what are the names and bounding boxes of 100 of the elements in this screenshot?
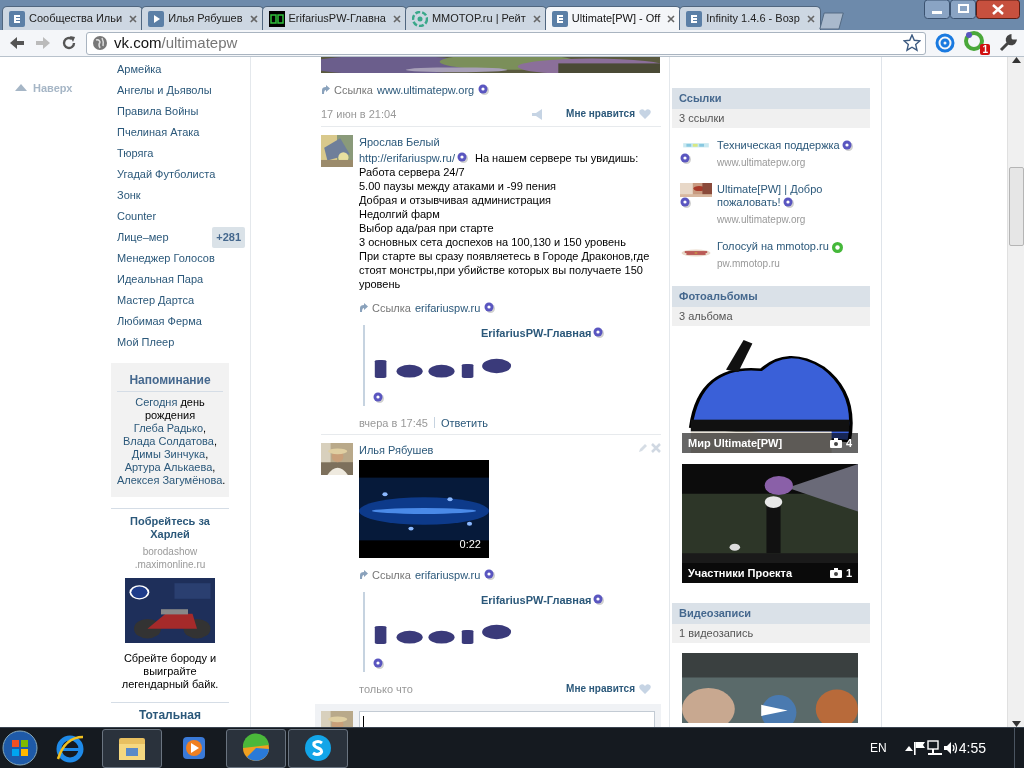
- browser-tab[interactable]: Ultimate[PW] - Off: [544, 6, 682, 30]
- wrench-icon[interactable]: [998, 33, 1018, 53]
- menu-link[interactable]: Мастер Дартса: [117, 292, 195, 309]
- section-header[interactable]: Фотоальбомы: [672, 286, 870, 308]
- preview-title-link[interactable]: ErifariusPW-Главная: [481, 325, 592, 342]
- menu-link[interactable]: Counter: [117, 208, 157, 225]
- reminder-title: Напоминание: [117, 371, 223, 392]
- start-button[interactable]: [0, 728, 40, 768]
- ad-title-link[interactable]: Тотальная: [138, 709, 202, 722]
- close-icon[interactable]: [532, 14, 541, 23]
- new-tab-button[interactable]: [818, 12, 845, 30]
- taskbar-app-button[interactable]: [102, 728, 162, 768]
- close-icon[interactable]: [249, 14, 258, 23]
- close-button[interactable]: [976, 0, 1020, 19]
- menu-link[interactable]: Лице–мер: [117, 229, 169, 246]
- post-link[interactable]: erifariuspw.ru: [414, 567, 481, 582]
- menu-link[interactable]: Ангелы и Дьяволы: [117, 82, 212, 99]
- link-title[interactable]: Голосуй на mmotop.ru: [717, 240, 867, 254]
- link-arrow-icon: [359, 569, 368, 580]
- post-date: вчера в 17:45: [359, 415, 428, 430]
- author-link[interactable]: Илья Рябушев: [359, 442, 434, 457]
- close-icon[interactable]: [806, 14, 815, 23]
- link-title[interactable]: Ultimate[PW] | Добро пожаловать!: [717, 183, 867, 210]
- tray-expand-icon[interactable]: [904, 745, 913, 751]
- reply-link[interactable]: Ответить: [440, 415, 488, 430]
- help-icon[interactable]: [457, 152, 469, 164]
- post-link[interactable]: erifariuspw.ru: [414, 301, 481, 315]
- link-title[interactable]: Техническая поддержка: [717, 139, 867, 153]
- post-link[interactable]: http://erifariuspw.ru/: [359, 151, 455, 165]
- link-arrow-icon: [321, 85, 330, 95]
- help-icon[interactable]: [782, 197, 795, 210]
- at-sign-icon[interactable]: [934, 32, 956, 54]
- album-title-link[interactable]: Участники Проекта: [688, 564, 793, 582]
- author-link[interactable]: Ярослав Белый: [359, 135, 440, 149]
- menu-link[interactable]: Армейка: [117, 61, 162, 78]
- scroll-up-arrow-icon[interactable]: [1011, 57, 1021, 63]
- browser-tab[interactable]: Infinity 1.4.6 - Возр: [679, 6, 821, 30]
- close-icon[interactable]: [667, 14, 676, 23]
- globe-icon: [92, 35, 108, 51]
- media-player-icon: [180, 734, 208, 762]
- back-button[interactable]: [8, 35, 26, 51]
- camera-icon: [829, 438, 842, 449]
- language-indicator[interactable]: EN: [870, 739, 887, 757]
- like-link[interactable]: Мне нравится: [566, 107, 635, 121]
- reload-button[interactable]: [60, 34, 78, 52]
- browser-tab[interactable]: MMOTOP.ru | Рейт: [404, 6, 547, 30]
- count-badge: +281: [212, 227, 245, 248]
- flag-icon[interactable]: [912, 741, 927, 755]
- help-icon[interactable]: [680, 197, 692, 210]
- section-header[interactable]: Ссылки: [672, 88, 870, 109]
- help-icon[interactable]: [592, 327, 605, 340]
- close-icon[interactable]: [392, 14, 401, 23]
- preview-title-link[interactable]: ErifariusPW-Главная: [481, 591, 592, 608]
- browser-tab[interactable]: ErifariusPW-Главна: [261, 6, 407, 30]
- minimize-button[interactable]: [924, 0, 950, 19]
- help-icon[interactable]: [484, 302, 497, 314]
- network-icon[interactable]: [926, 740, 943, 756]
- vk-logo-icon: [686, 10, 703, 27]
- speaker-icon[interactable]: [942, 741, 959, 755]
- help-icon[interactable]: [841, 140, 854, 153]
- scroll-down-arrow-icon[interactable]: [1011, 721, 1021, 727]
- help-icon[interactable]: [592, 593, 605, 606]
- browser-tab[interactable]: Сообщества Ильи: [2, 6, 144, 30]
- menu-link[interactable]: Зонк: [117, 187, 141, 204]
- person-link[interactable]: Влада Солдатова: [123, 435, 214, 447]
- help-icon[interactable]: [680, 153, 692, 165]
- link-label: Ссылка: [372, 567, 411, 582]
- link-label: Ссылка: [372, 301, 411, 315]
- help-icon[interactable]: [373, 658, 385, 670]
- extension-button[interactable]: 1: [964, 31, 990, 55]
- bookmark-star-icon[interactable]: [903, 34, 921, 52]
- close-icon[interactable]: [129, 14, 138, 23]
- menu-link[interactable]: Пчелиная Атака: [117, 124, 200, 141]
- taskbar-app-button[interactable]: [288, 728, 348, 768]
- ad-title-link[interactable]: Побрейтесь за Харлей: [111, 515, 229, 541]
- menu-link[interactable]: Угадай Футболиста: [117, 166, 216, 183]
- url-text: vk.com/ultimatepw: [114, 32, 239, 53]
- person-link[interactable]: Сегодня: [135, 396, 178, 408]
- help-icon[interactable]: [478, 84, 491, 96]
- post-link[interactable]: www.ultimatepw.org: [376, 83, 475, 97]
- menu-link[interactable]: Менеджер Голосов: [117, 250, 215, 267]
- taskbar-app-button[interactable]: [226, 728, 286, 768]
- scrollbar-thumb[interactable]: [1008, 167, 1024, 246]
- video-duration: 0:22: [459, 537, 481, 552]
- scrollbar[interactable]: [1007, 57, 1024, 727]
- clock-time[interactable]: 4:55: [958, 737, 986, 759]
- help-icon[interactable]: [373, 391, 385, 404]
- menu-link[interactable]: Идеальная Пара: [117, 271, 204, 288]
- help-icon[interactable]: [484, 568, 497, 581]
- ad-text: Сбрейте бороду и выиграйте легендарный байк.: [120, 652, 220, 691]
- menu-link[interactable]: Любимая Ферма: [117, 313, 202, 330]
- ring-icon: [964, 31, 984, 51]
- browser-tab[interactable]: Илья Рябушев: [141, 6, 264, 30]
- maximize-button[interactable]: [950, 0, 976, 19]
- menu-link[interactable]: Тюряга: [117, 145, 154, 162]
- like-link[interactable]: Мне нравится: [566, 682, 635, 696]
- address-bar[interactable]: vk.com/ultimatepw: [86, 31, 926, 55]
- menu-link[interactable]: Правила Войны: [117, 103, 199, 120]
- menu-link[interactable]: Мой Плеер: [117, 334, 175, 351]
- section-header[interactable]: Видеозаписи: [672, 603, 870, 625]
